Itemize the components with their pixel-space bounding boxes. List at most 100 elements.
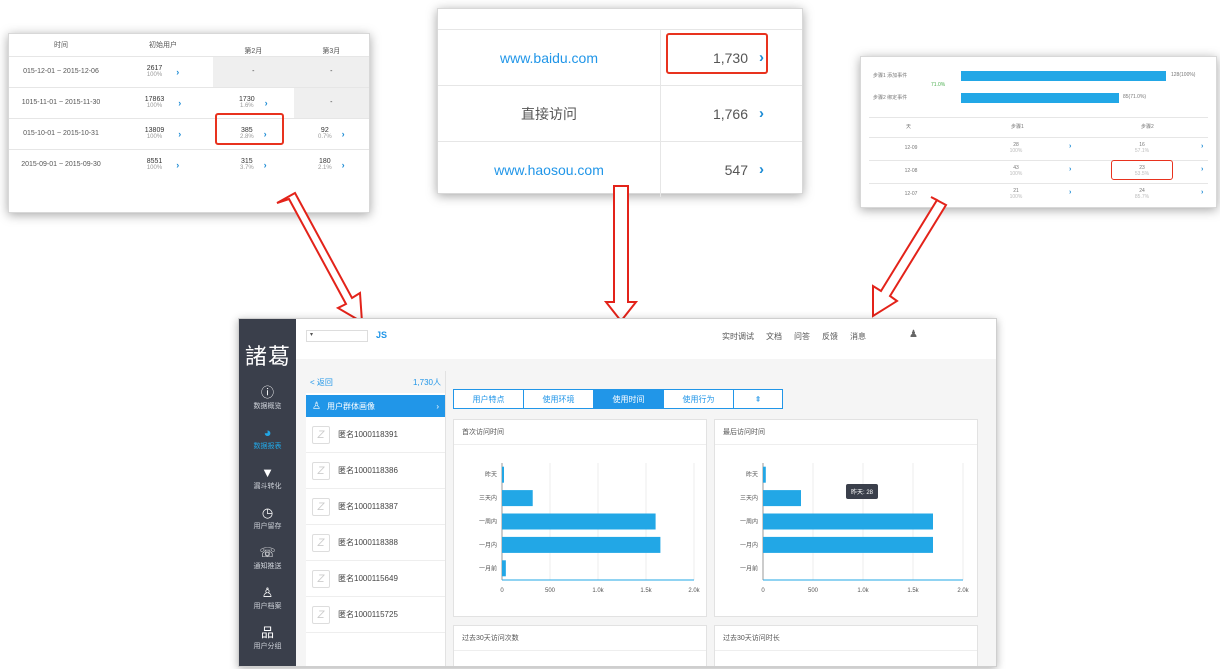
- category-label: 一月内: [740, 541, 758, 549]
- sidebar-item-6[interactable]: 品用户分组: [239, 625, 296, 665]
- sidebar-item-0[interactable]: ⓘ 数据概览: [239, 385, 296, 425]
- table-row: 015-10-01 ~ 2015-10-31 13809 100% › 385 2.8% ›…: [9, 117, 369, 149]
- chevron-right-icon[interactable]: ›: [1201, 166, 1203, 173]
- bar: [763, 490, 801, 507]
- sidebar-item-2[interactable]: ▼ 漏斗转化: [239, 465, 296, 505]
- bar: [502, 560, 506, 577]
- m2-value: 1730: [239, 96, 255, 103]
- chevron-right-icon[interactable]: ›: [1069, 143, 1071, 150]
- arrow-right: [872, 196, 948, 318]
- app-select[interactable]: ▾: [306, 330, 368, 342]
- list-item[interactable]: Z 匿名1000118388: [306, 525, 445, 561]
- m3-pct: 0.7%: [317, 134, 332, 140]
- cohort-table-card: 时间 初始用户 第2月 第3月 015-12-01 ~ 2015-12-06 26…: [8, 33, 370, 213]
- category-label: 一月前: [479, 564, 497, 572]
- tab-4[interactable]: ⇞: [733, 389, 783, 409]
- list-item[interactable]: Z 匿名1000118391: [306, 417, 445, 453]
- list-item[interactable]: Z 匿名1000115725: [306, 597, 445, 633]
- chevron-right-icon[interactable]: ›: [178, 129, 181, 139]
- nav-icon: ▼: [261, 465, 274, 480]
- step1-pct: 100%: [1009, 194, 1023, 200]
- menu-item-1[interactable]: 文档: [766, 332, 782, 341]
- menu-item-2[interactable]: 问答: [794, 332, 810, 341]
- source-name[interactable]: www.baidu.com: [438, 30, 660, 85]
- users-pct: 100%: [146, 165, 163, 172]
- chevron-right-icon[interactable]: ›: [176, 67, 179, 77]
- chevron-right-icon[interactable]: ›: [1069, 189, 1071, 196]
- nav-label: 用户档案: [253, 603, 282, 610]
- menu-item-3[interactable]: 反馈: [822, 332, 838, 341]
- tab-2[interactable]: 使用时间: [593, 389, 663, 409]
- category-label: 昨天: [485, 471, 497, 479]
- user-icon[interactable]: ♟: [909, 329, 918, 340]
- top-bar: ▾ JS 实时调试 文档 问答 反馈 消息 ♟: [296, 319, 996, 359]
- funnel-card: 步骤1 添加事件 128(100%) 71.0% 步骤2 绑定事件 85(71.…: [860, 56, 1217, 208]
- tick-label: 0: [500, 588, 504, 594]
- sidebar: 諸葛 ⓘ 数据概览 ◕ 数据报表 ▼ 漏斗转化 ◷ 用户留存 ☏ 通知推送 ♙ 用户档案品用户分组: [239, 319, 296, 666]
- category-label: 一周内: [740, 518, 758, 526]
- chevron-right-icon[interactable]: ›: [176, 160, 179, 170]
- sidebar-item-4[interactable]: ☏ 通知推送: [239, 545, 296, 585]
- back-link[interactable]: < 返回: [310, 377, 333, 388]
- sidebar-item-3[interactable]: ◷ 用户留存: [239, 505, 296, 545]
- highlight-box: [666, 33, 768, 74]
- chevron-right-icon[interactable]: ›: [178, 98, 181, 108]
- tab-3[interactable]: 使用行为: [663, 389, 733, 409]
- source-name[interactable]: 直接访问: [438, 86, 660, 141]
- m3-cell[interactable]: 92 0.7% ›: [293, 117, 369, 149]
- source-row[interactable]: www.haosou.com 547 ›: [438, 141, 802, 197]
- users-value: 17863: [144, 96, 165, 103]
- chevron-right-icon: ›: [341, 159, 345, 170]
- chevron-right-icon[interactable]: ›: [1201, 143, 1203, 150]
- chevron-right-icon[interactable]: ›: [1201, 189, 1203, 196]
- funnel-step1-bar: [961, 71, 1166, 81]
- user-name: 匿名1000115649: [338, 574, 398, 583]
- chevron-right-icon: ›: [436, 401, 439, 411]
- sidebar-item-1[interactable]: ◕ 数据报表: [239, 425, 296, 465]
- nav-icon: ♙: [261, 585, 274, 600]
- users-value: 2617: [146, 65, 163, 72]
- source-row[interactable]: 直接访问 1,766 ›: [438, 85, 802, 141]
- funnel-step1-value: 128(100%): [1171, 72, 1196, 78]
- avatar: Z: [312, 497, 330, 516]
- nav-label: 漏斗转化: [253, 483, 282, 490]
- tick-label: 1.5k: [907, 588, 919, 594]
- bar: [502, 513, 656, 530]
- sidebar-item-5[interactable]: ♙ 用户档案: [239, 585, 296, 625]
- chart-panel-last-visit: 最后访问时间 0 500 1.0k 1.5k 2.0k 昨天 三天内 一周内 一月内 一月前 昨天…: [714, 419, 978, 617]
- last-visit-chart: 0 500 1.0k 1.5k 2.0k 昨天三天内一周内一月内一月前: [740, 463, 970, 594]
- m2-cell[interactable]: 315 3.7% ›: [213, 148, 294, 180]
- funnel-step1-label: 步骤1 添加事件: [873, 73, 908, 79]
- list-item[interactable]: Z 匿名1000115649: [306, 561, 445, 597]
- source-name[interactable]: www.haosou.com: [438, 142, 660, 197]
- nav-label: 用户分组: [253, 643, 282, 650]
- chevron-right-icon[interactable]: ›: [1069, 166, 1071, 173]
- m3-pct: 2.1%: [317, 165, 332, 172]
- user-name: 匿名1000118386: [338, 466, 398, 475]
- group-selector[interactable]: ♙ 用户群体画像 ›: [306, 395, 445, 417]
- chevron-right-icon[interactable]: ›: [759, 86, 764, 141]
- range-cell: 1015-11-01 ~ 2015-11-30: [9, 86, 113, 118]
- range-cell: 2015-09-01 ~ 2015-09-30: [9, 148, 113, 180]
- cohort-table: 时间 初始用户 第2月 第3月 015-12-01 ~ 2015-12-06 26…: [9, 34, 369, 180]
- chevron-right-icon[interactable]: ›: [759, 142, 764, 197]
- menu-item-0[interactable]: 实时调试: [722, 332, 754, 341]
- col-month3: 第3月: [322, 47, 341, 55]
- tab-bar: 用户特点 使用环境 使用时间 使用行为 ⇞: [453, 389, 783, 409]
- tick-label: 2.0k: [957, 588, 969, 594]
- tab-0[interactable]: 用户特点: [453, 389, 523, 409]
- m2-value: -: [252, 67, 255, 75]
- list-item[interactable]: Z 匿名1000118387: [306, 489, 445, 525]
- m3-cell[interactable]: 180 2.1% ›: [293, 148, 369, 180]
- project-name: JS: [376, 330, 388, 340]
- chart-panel-first-visit: 首次访问时间 0 500 1.0k 1.5k 2.0k 昨天 三天内 一周内 一月内 一月前: [453, 419, 707, 617]
- col-time: 时间: [54, 41, 68, 49]
- menu-item-4[interactable]: 消息: [850, 332, 866, 341]
- table-row: 2015-09-01 ~ 2015-09-30 8551 100% › 315 3.7% ›…: [9, 148, 369, 180]
- nav-label: 用户留存: [253, 523, 282, 530]
- tab-1[interactable]: 使用环境: [523, 389, 593, 409]
- panel-title: 过去30天访问次数: [454, 626, 706, 651]
- m2-pct: 3.7%: [239, 165, 254, 172]
- list-item[interactable]: Z 匿名1000118386: [306, 453, 445, 489]
- step2-pct: 57.1%: [1134, 148, 1150, 154]
